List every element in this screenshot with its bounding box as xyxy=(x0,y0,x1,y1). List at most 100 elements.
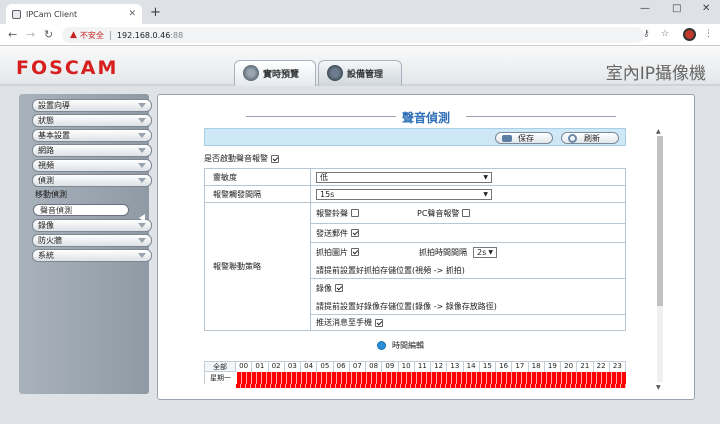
url-text[interactable]: 192.168.0.46:88 xyxy=(117,31,183,40)
hour-label[interactable]: 04 xyxy=(301,361,318,372)
action-toolbar: 保存 刷新 xyxy=(204,128,626,146)
schedule-row-partial[interactable] xyxy=(204,384,626,388)
sidebar-item-basic-settings[interactable]: 基本設置 xyxy=(32,129,152,142)
browser-tab-title: IPCam Client xyxy=(26,9,78,19)
sidebar-item-firewall[interactable]: 防火牆 xyxy=(32,234,152,247)
hour-label[interactable]: 06 xyxy=(333,361,350,372)
sensitivity-select[interactable]: 低 xyxy=(316,171,492,183)
send-email-checkbox[interactable] xyxy=(351,229,359,237)
alarm-ring-checkbox[interactable] xyxy=(351,209,359,217)
chevron-down-icon xyxy=(138,253,146,258)
hour-label[interactable]: 13 xyxy=(447,361,464,372)
tab-live-view[interactable]: 實時預覽 xyxy=(234,60,316,86)
new-tab-button[interactable]: + xyxy=(150,5,161,20)
hour-label[interactable]: 22 xyxy=(593,361,610,372)
tab-device-management[interactable]: 設備管理 xyxy=(318,60,402,86)
send-email-label: 發送郵件 xyxy=(316,228,348,238)
back-icon[interactable]: ← xyxy=(8,28,17,41)
foscam-logo: FOSCAM xyxy=(16,57,119,79)
menu-icon[interactable]: ⋮ xyxy=(704,29,713,39)
push-message-checkbox[interactable] xyxy=(375,318,383,327)
pc-alarm-checkbox[interactable] xyxy=(462,209,471,217)
chevron-down-icon xyxy=(138,103,146,108)
hour-label[interactable]: 14 xyxy=(463,361,480,372)
sidebar-item-network[interactable]: 網路 xyxy=(32,144,152,157)
sidebar-subitem-sound-detection[interactable]: 聲音偵測 xyxy=(33,204,129,216)
close-window-button[interactable]: ✕ xyxy=(702,3,710,14)
day-label-monday[interactable]: 星期一 xyxy=(204,372,236,384)
save-button[interactable]: 保存 xyxy=(495,132,553,144)
hour-label[interactable]: 19 xyxy=(544,361,561,372)
favicon-icon xyxy=(12,9,21,19)
sensitivity-label: 靈敏度 xyxy=(204,168,311,186)
sidebar-item-setup-wizard[interactable]: 設置向導 xyxy=(32,99,152,112)
push-message-label: 推送消息至手機 xyxy=(316,318,372,327)
snapshot-interval-select[interactable]: 2s xyxy=(473,246,497,258)
sidebar-item-system[interactable]: 系統 xyxy=(32,249,152,262)
scroll-down-icon[interactable]: ▼ xyxy=(656,384,661,391)
sidebar-item-video[interactable]: 視頻 xyxy=(32,159,152,172)
schedule-row-monday[interactable]: 星期一 xyxy=(204,372,626,384)
hour-label[interactable]: 09 xyxy=(382,361,399,372)
profile-avatar[interactable] xyxy=(683,28,696,41)
hour-label[interactable]: 11 xyxy=(414,361,431,372)
refresh-button[interactable]: 刷新 xyxy=(561,132,619,144)
maximize-button[interactable]: □ xyxy=(672,3,681,14)
chevron-down-icon xyxy=(138,133,146,138)
scroll-thumb[interactable] xyxy=(657,136,663,306)
snapshot-label: 抓拍圖片 xyxy=(316,247,348,257)
insecure-label[interactable]: 不安全 xyxy=(80,30,104,41)
schedule-select-all[interactable]: 全部 xyxy=(204,361,236,372)
hour-label[interactable]: 03 xyxy=(284,361,301,372)
close-tab-icon[interactable]: ✕ xyxy=(128,9,136,19)
enable-sound-alarm-checkbox[interactable] xyxy=(271,154,279,163)
snapshot-checkbox[interactable] xyxy=(351,248,359,256)
chevron-down-icon xyxy=(138,223,146,228)
alarm-action-label: 報警聯動策略 xyxy=(204,202,311,331)
hour-label[interactable]: 16 xyxy=(496,361,513,372)
sidebar-item-detection[interactable]: 偵測 xyxy=(32,174,152,187)
trigger-interval-select[interactable]: 15s xyxy=(316,188,492,200)
hour-label[interactable]: 23 xyxy=(609,361,626,372)
reload-icon[interactable]: ↻ xyxy=(44,28,53,41)
chevron-down-icon xyxy=(138,148,146,153)
schedule-grid[interactable]: 全部 00 01 02 03 04 05 06 07 08 09 10 11 1… xyxy=(204,361,626,388)
page-title: 聲音偵測 xyxy=(401,111,450,125)
hour-label[interactable]: 15 xyxy=(479,361,496,372)
forward-icon[interactable]: → xyxy=(26,28,35,41)
schedule-header: 全部 00 01 02 03 04 05 06 07 08 09 10 11 1… xyxy=(204,361,626,372)
star-icon[interactable]: ☆ xyxy=(661,29,669,39)
hour-label[interactable]: 21 xyxy=(577,361,594,372)
browser-toolbar: ← → ↻ ▲ 不安全 192.168.0.46:88 ⚷ ☆ ⋮ xyxy=(0,24,720,46)
hour-label[interactable]: 20 xyxy=(561,361,578,372)
browser-tab[interactable]: IPCam Client ✕ xyxy=(6,4,142,24)
hour-label[interactable]: 08 xyxy=(366,361,383,372)
record-checkbox[interactable] xyxy=(335,284,343,292)
key-icon[interactable]: ⚷ xyxy=(643,29,650,39)
hour-label[interactable]: 18 xyxy=(528,361,545,372)
hour-label[interactable]: 07 xyxy=(349,361,366,372)
hour-label[interactable]: 05 xyxy=(317,361,334,372)
hour-label[interactable]: 17 xyxy=(512,361,529,372)
browser-tabstrip: IPCam Client ✕ + — □ ✕ xyxy=(0,0,720,24)
hour-label[interactable]: 12 xyxy=(431,361,448,372)
schedule-edit-link[interactable]: 時間編輯 xyxy=(377,340,424,351)
enable-sound-alarm-label: 是否啟動聲音報警 xyxy=(204,154,268,163)
hour-label[interactable]: 01 xyxy=(252,361,269,372)
chevron-down-icon xyxy=(138,118,146,123)
schedule-cells[interactable] xyxy=(236,372,626,384)
minimize-button[interactable]: — xyxy=(640,3,650,14)
scroll-up-icon[interactable]: ▲ xyxy=(656,128,661,135)
warning-icon[interactable]: ▲ xyxy=(70,30,77,40)
hour-label[interactable]: 02 xyxy=(268,361,285,372)
hour-label[interactable]: 00 xyxy=(236,361,253,372)
scrollbar[interactable]: ▲ ▼ xyxy=(655,128,665,392)
sidebar-subitem-motion-detection[interactable]: 移動偵測 xyxy=(33,189,149,201)
chevron-down-icon xyxy=(138,238,146,243)
tab-live-view-label: 實時預覽 xyxy=(263,70,300,80)
schedule-cells[interactable] xyxy=(236,384,626,388)
hour-label[interactable]: 10 xyxy=(398,361,415,372)
sidebar-item-status[interactable]: 狀態 xyxy=(32,114,152,127)
sidebar-item-record[interactable]: 錄像 xyxy=(32,219,152,232)
address-bar[interactable]: ▲ 不安全 192.168.0.46:88 xyxy=(62,27,644,43)
